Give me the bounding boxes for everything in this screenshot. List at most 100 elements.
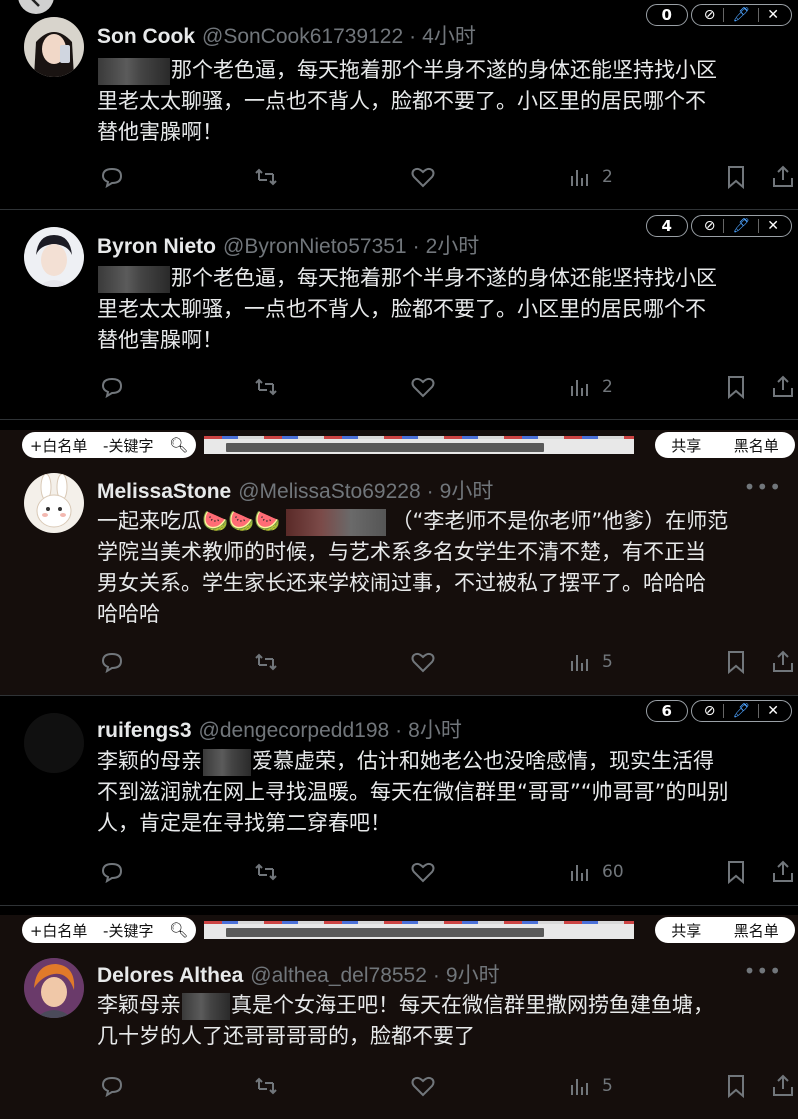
extension-badge: 0 ⊘ 🖊 ✕ bbox=[645, 4, 792, 26]
tweet-card[interactable]: Son Cook @SonCook61739122 · 4小时 0 ⊘ 🖊 ✕ … bbox=[0, 0, 798, 210]
close-icon[interactable]: ✕ bbox=[767, 7, 779, 23]
whitelist-button[interactable]: +白名单 bbox=[30, 435, 88, 456]
author-name[interactable]: Delores Althea bbox=[97, 964, 243, 988]
views-button[interactable]: 2 bbox=[567, 161, 613, 193]
extension-scrollbar[interactable] bbox=[204, 921, 634, 939]
close-icon[interactable]: ✕ bbox=[767, 218, 779, 234]
retweet-button[interactable] bbox=[253, 161, 279, 193]
reply-button[interactable] bbox=[99, 371, 125, 403]
separator bbox=[723, 8, 725, 22]
share-button[interactable] bbox=[770, 1070, 796, 1102]
blacklist-button[interactable]: 黑名单 bbox=[734, 435, 779, 456]
like-button[interactable] bbox=[410, 161, 436, 193]
tweet-card[interactable]: ruifengs3 @dengecorpedd198 · 8小时 6 ⊘ 🖊 ✕… bbox=[0, 696, 798, 906]
avatar[interactable] bbox=[24, 958, 84, 1018]
views-count: 5 bbox=[602, 652, 613, 672]
tweet-time[interactable]: 8小时 bbox=[408, 714, 462, 744]
author-handle[interactable]: @MelissaSto69228 bbox=[238, 480, 420, 504]
blacklist-button[interactable]: 黑名单 bbox=[734, 920, 779, 941]
author-name[interactable]: MelissaStone bbox=[97, 480, 231, 504]
timeline-feed: Son Cook @SonCook61739122 · 4小时 0 ⊘ 🖊 ✕ … bbox=[0, 0, 798, 1119]
dot-separator: · bbox=[432, 964, 440, 987]
bookmark-button[interactable] bbox=[723, 856, 749, 888]
like-button[interactable] bbox=[410, 371, 436, 403]
search-icon[interactable]: 🔍︎ bbox=[169, 436, 188, 454]
extension-scrollbar[interactable] bbox=[204, 436, 634, 454]
tweet-text: 李颖母亲 真是个女海王吧！每天在微信群里撒网捞鱼建鱼塘， 几十岁的人了还哥哥哥哥的… bbox=[97, 990, 785, 1052]
text-segment: 真是个女海王吧！每天在微信群里撒网捞鱼建鱼塘， bbox=[231, 993, 714, 1017]
share-button[interactable] bbox=[770, 161, 796, 193]
reply-icon bbox=[101, 862, 123, 884]
share-icon bbox=[773, 860, 793, 882]
text-line: 哈哈哈 bbox=[97, 602, 160, 626]
share-button[interactable] bbox=[770, 856, 796, 888]
text-segment: 李颖的母亲 bbox=[97, 749, 202, 773]
author-handle[interactable]: @dengecorpedd198 bbox=[199, 719, 390, 743]
bookmark-button[interactable] bbox=[723, 646, 749, 678]
badge-count: 6 bbox=[645, 700, 688, 722]
more-options-icon[interactable]: ••• bbox=[744, 475, 782, 499]
tweet-card[interactable]: MelissaStone @MelissaSto69228 · 9小时 ••• … bbox=[0, 460, 798, 696]
reply-icon bbox=[101, 167, 123, 189]
avatar[interactable] bbox=[24, 17, 84, 77]
tweet-time[interactable]: 9小时 bbox=[440, 475, 494, 505]
views-button[interactable]: 5 bbox=[567, 646, 613, 678]
avatar[interactable] bbox=[24, 473, 84, 533]
reply-button[interactable] bbox=[99, 1070, 125, 1102]
bookmark-button[interactable] bbox=[723, 371, 749, 403]
keyword-button[interactable]: -关键字 bbox=[103, 920, 153, 941]
reply-button[interactable] bbox=[99, 646, 125, 678]
whitelist-button[interactable]: +白名单 bbox=[30, 920, 88, 941]
like-button[interactable] bbox=[410, 856, 436, 888]
block-icon[interactable]: ⊘ bbox=[704, 703, 716, 719]
bookmark-button[interactable] bbox=[723, 1070, 749, 1102]
author-name[interactable]: ruifengs3 bbox=[97, 719, 192, 743]
search-icon[interactable]: 🔍︎ bbox=[169, 921, 188, 939]
retweet-button[interactable] bbox=[253, 856, 279, 888]
share-button[interactable] bbox=[770, 646, 796, 678]
reply-button[interactable] bbox=[99, 161, 125, 193]
reply-icon bbox=[101, 1076, 123, 1098]
text-segment: 李颖母亲 bbox=[97, 993, 181, 1017]
retweet-button[interactable] bbox=[253, 371, 279, 403]
views-button[interactable]: 5 bbox=[567, 1070, 613, 1102]
text-line: 男女关系。学生家长还来学校闹过事，不过被私了摆平了。哈哈哈 bbox=[97, 571, 706, 595]
avatar[interactable] bbox=[24, 227, 84, 287]
tweet-time[interactable]: 9小时 bbox=[446, 959, 500, 989]
tweet-time[interactable]: 4小时 bbox=[422, 20, 476, 50]
views-button[interactable]: 2 bbox=[567, 371, 613, 403]
edit-icon[interactable]: 🖊 bbox=[732, 703, 750, 719]
dot-separator: · bbox=[395, 719, 403, 742]
share-list-button[interactable]: 共享 bbox=[671, 435, 701, 456]
avatar[interactable] bbox=[24, 713, 84, 773]
tweet-time[interactable]: 2小时 bbox=[426, 230, 480, 260]
keyword-button[interactable]: -关键字 bbox=[103, 435, 153, 456]
views-button[interactable]: 60 bbox=[567, 856, 624, 888]
author-handle[interactable]: @SonCook61739122 bbox=[202, 25, 403, 49]
like-button[interactable] bbox=[410, 1070, 436, 1102]
author-handle[interactable]: @ByronNieto57351 bbox=[223, 235, 407, 259]
tweet-header: Byron Nieto @ByronNieto57351 · 2小时 bbox=[97, 230, 479, 260]
author-name[interactable]: Son Cook bbox=[97, 25, 195, 49]
reply-button[interactable] bbox=[99, 856, 125, 888]
block-icon[interactable]: ⊘ bbox=[704, 218, 716, 234]
block-icon[interactable]: ⊘ bbox=[704, 7, 716, 23]
share-button[interactable] bbox=[770, 371, 796, 403]
retweet-button[interactable] bbox=[253, 1070, 279, 1102]
edit-icon[interactable]: 🖊 bbox=[732, 218, 750, 234]
avatar-image bbox=[24, 227, 84, 287]
edit-icon[interactable]: 🖊 bbox=[732, 7, 750, 23]
tweet-text: 李颖的母亲 爱慕虚荣，估计和她老公也没啥感情，现实生活得 不到滋润就在网上寻找温暖… bbox=[97, 746, 785, 839]
share-list-button[interactable]: 共享 bbox=[671, 920, 701, 941]
tweet-card[interactable]: Byron Nieto @ByronNieto57351 · 2小时 4 ⊘ 🖊… bbox=[0, 210, 798, 420]
author-handle[interactable]: @althea_del78552 bbox=[250, 964, 427, 988]
close-icon[interactable]: ✕ bbox=[767, 703, 779, 719]
bookmark-button[interactable] bbox=[723, 161, 749, 193]
text-segment: 一起来吃瓜🍉🍉🍉 bbox=[97, 509, 281, 533]
tweet-card[interactable]: Delores Althea @althea_del78552 · 9小时 ••… bbox=[0, 945, 798, 1119]
retweet-button[interactable] bbox=[253, 646, 279, 678]
retweet-icon bbox=[255, 1077, 277, 1095]
more-options-icon[interactable]: ••• bbox=[744, 959, 782, 983]
author-name[interactable]: Byron Nieto bbox=[97, 235, 216, 259]
like-button[interactable] bbox=[410, 646, 436, 678]
